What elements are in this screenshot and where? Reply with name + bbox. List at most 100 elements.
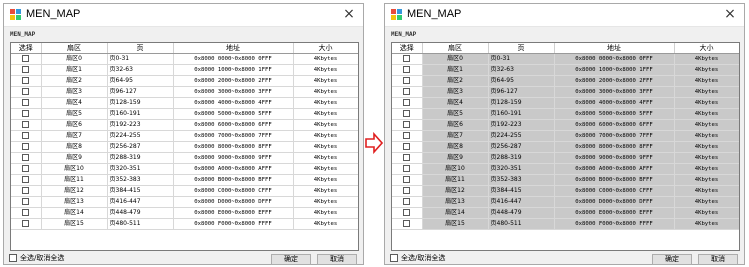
row-checkbox[interactable] (22, 77, 30, 84)
table-row[interactable]: 扇区8 页256-287 0x8000 8000~0x8000 8FFF 4Kbyte… (392, 141, 739, 153)
address-cell: 0x8000 7000~0x8000 7FFF (173, 130, 294, 142)
table-row[interactable]: 扇区2 页64-95 0x8000 2000~0x8000 2FFF 4Kbytes (11, 75, 358, 87)
table-row[interactable]: 扇区8 页256-287 0x8000 8000~0x8000 8FFF 4Kbyte… (11, 141, 358, 153)
table-row[interactable]: 扇区7 页224-255 0x8000 7000~0x8000 7FFF 4Kbyte… (392, 130, 739, 142)
table-row[interactable]: 扇区11 页352-383 0x8000 B000~0x8000 BFFF 4Kbyt… (11, 174, 358, 186)
ok-button[interactable]: 确定 (271, 254, 311, 265)
select-all-checkbox[interactable] (390, 254, 398, 262)
row-checkbox[interactable] (403, 187, 411, 194)
header-page[interactable]: 页 (107, 43, 174, 54)
table-row[interactable]: 扇区9 页288-319 0x8000 9000~0x8000 9FFF 4Kbyte… (11, 152, 358, 164)
select-cell (392, 75, 423, 87)
row-checkbox[interactable] (403, 143, 411, 150)
row-checkbox[interactable] (403, 209, 411, 216)
header-size[interactable]: 大小 (674, 43, 739, 54)
row-checkbox[interactable] (22, 220, 30, 227)
row-checkbox[interactable] (22, 110, 30, 117)
row-checkbox[interactable] (403, 55, 411, 62)
row-checkbox[interactable] (22, 66, 30, 73)
row-checkbox[interactable] (403, 154, 411, 161)
address-cell: 0x8000 A000~0x8000 AFFF (554, 163, 675, 175)
sector-cell: 扇区3 (41, 86, 108, 98)
header-select[interactable]: 选择 (11, 43, 42, 54)
ok-button[interactable]: 确定 (652, 254, 692, 265)
row-checkbox[interactable] (403, 220, 411, 227)
sector-grid[interactable]: 选择 扇区 页 地址 大小 扇区0 页0-31 0x8000 0000~0x8000… (10, 42, 359, 251)
address-cell: 0x8000 5000~0x8000 5FFF (173, 108, 294, 120)
header-sector[interactable]: 扇区 (422, 43, 489, 54)
table-row[interactable]: 扇区5 页160-191 0x8000 5000~0x8000 5FFF 4Kbyte… (11, 108, 358, 120)
table-row[interactable]: 扇区14 页448-479 0x8000 E000~0x8000 EFFF 4Kbyt… (11, 207, 358, 219)
row-checkbox[interactable] (22, 176, 30, 183)
cancel-button[interactable]: 取消 (698, 254, 738, 265)
row-checkbox[interactable] (403, 77, 411, 84)
table-row[interactable]: 扇区6 页192-223 0x8000 6000~0x8000 6FFF 4Kbyte… (392, 119, 739, 131)
table-row[interactable]: 扇区9 页288-319 0x8000 9000~0x8000 9FFF 4Kbyte… (392, 152, 739, 164)
size-cell: 4Kbytes (293, 174, 358, 186)
table-row[interactable]: 扇区11 页352-383 0x8000 B000~0x8000 BFFF 4Kbyt… (392, 174, 739, 186)
close-icon[interactable]: × (341, 6, 357, 22)
size-cell: 4Kbytes (293, 163, 358, 175)
table-row[interactable]: 扇区15 页480-511 0x8000 F000~0x8000 FFFF 4Kbyt… (11, 218, 358, 230)
select-all-checkbox[interactable] (9, 254, 17, 262)
row-checkbox[interactable] (22, 88, 30, 95)
table-row[interactable]: 扇区0 页0-31 0x8000 0000~0x8000 0FFF 4Kbytes (392, 53, 739, 65)
row-checkbox[interactable] (403, 132, 411, 139)
header-address[interactable]: 地址 (173, 43, 294, 54)
row-checkbox[interactable] (22, 99, 30, 106)
table-row[interactable]: 扇区2 页64-95 0x8000 2000~0x8000 2FFF 4Kbytes (392, 75, 739, 87)
table-row[interactable]: 扇区10 页320-351 0x8000 A000~0x8000 AFFF 4Kbyt… (11, 163, 358, 175)
table-row[interactable]: 扇区13 页416-447 0x8000 D000~0x8000 DFFF 4Kbyt… (392, 196, 739, 208)
row-checkbox[interactable] (403, 121, 411, 128)
table-row[interactable]: 扇区6 页192-223 0x8000 6000~0x8000 6FFF 4Kbyte… (11, 119, 358, 131)
select-cell (392, 163, 423, 175)
table-row[interactable]: 扇区1 页32-63 0x8000 1000~0x8000 1FFF 4Kbytes (11, 64, 358, 76)
header-size[interactable]: 大小 (293, 43, 358, 54)
header-select[interactable]: 选择 (392, 43, 423, 54)
select-cell (11, 141, 42, 153)
row-checkbox[interactable] (22, 198, 30, 205)
table-row[interactable]: 扇区0 页0-31 0x8000 0000~0x8000 0FFF 4Kbytes (11, 53, 358, 65)
row-checkbox[interactable] (403, 165, 411, 172)
sector-cell: 扇区9 (41, 152, 108, 164)
table-row[interactable]: 扇区1 页32-63 0x8000 1000~0x8000 1FFF 4Kbytes (392, 64, 739, 76)
table-row[interactable]: 扇区7 页224-255 0x8000 7000~0x8000 7FFF 4Kbyte… (11, 130, 358, 142)
row-checkbox[interactable] (403, 99, 411, 106)
table-row[interactable]: 扇区15 页480-511 0x8000 F000~0x8000 FFFF 4Kbyt… (392, 218, 739, 230)
table-row[interactable]: 扇区10 页320-351 0x8000 A000~0x8000 AFFF 4Kbyt… (392, 163, 739, 175)
page-cell: 页224-255 (107, 130, 174, 142)
row-checkbox[interactable] (403, 110, 411, 117)
table-row[interactable]: 扇区4 页128-159 0x8000 4000~0x8000 4FFF 4Kbyte… (392, 97, 739, 109)
table-row[interactable]: 扇区12 页384-415 0x8000 C000~0x8000 CFFF 4Kbyt… (11, 185, 358, 197)
row-checkbox[interactable] (403, 66, 411, 73)
row-checkbox[interactable] (22, 154, 30, 161)
row-checkbox[interactable] (22, 209, 30, 216)
header-page[interactable]: 页 (488, 43, 555, 54)
table-row[interactable]: 扇区3 页96-127 0x8000 3000~0x8000 3FFF 4Kbytes (11, 86, 358, 98)
title-bar[interactable]: MEN_MAP × (385, 4, 744, 27)
row-checkbox[interactable] (403, 88, 411, 95)
table-row[interactable]: 扇区5 页160-191 0x8000 5000~0x8000 5FFF 4Kbyte… (392, 108, 739, 120)
table-row[interactable]: 扇区13 页416-447 0x8000 D000~0x8000 DFFF 4Kbyt… (11, 196, 358, 208)
table-row[interactable]: 扇区4 页128-159 0x8000 4000~0x8000 4FFF 4Kbyte… (11, 97, 358, 109)
table-row[interactable]: 扇区14 页448-479 0x8000 E000~0x8000 EFFF 4Kbyt… (392, 207, 739, 219)
close-icon[interactable]: × (722, 6, 738, 22)
row-checkbox[interactable] (22, 132, 30, 139)
row-checkbox[interactable] (22, 121, 30, 128)
title-bar[interactable]: MEN_MAP × (4, 4, 363, 27)
row-checkbox[interactable] (22, 143, 30, 150)
header-sector[interactable]: 扇区 (41, 43, 108, 54)
table-row[interactable]: 扇区3 页96-127 0x8000 3000~0x8000 3FFF 4Kbytes (392, 86, 739, 98)
sector-cell: 扇区14 (41, 207, 108, 219)
row-checkbox[interactable] (22, 187, 30, 194)
row-checkbox[interactable] (22, 55, 30, 62)
row-checkbox[interactable] (403, 198, 411, 205)
row-checkbox[interactable] (403, 176, 411, 183)
sector-grid[interactable]: 选择 扇区 页 地址 大小 扇区0 页0-31 0x8000 0000~0x8000… (391, 42, 740, 251)
row-checkbox[interactable] (22, 165, 30, 172)
size-cell: 4Kbytes (674, 119, 739, 131)
header-address[interactable]: 地址 (554, 43, 675, 54)
sector-cell: 扇区5 (41, 108, 108, 120)
table-row[interactable]: 扇区12 页384-415 0x8000 C000~0x8000 CFFF 4Kbyt… (392, 185, 739, 197)
cancel-button[interactable]: 取消 (317, 254, 357, 265)
